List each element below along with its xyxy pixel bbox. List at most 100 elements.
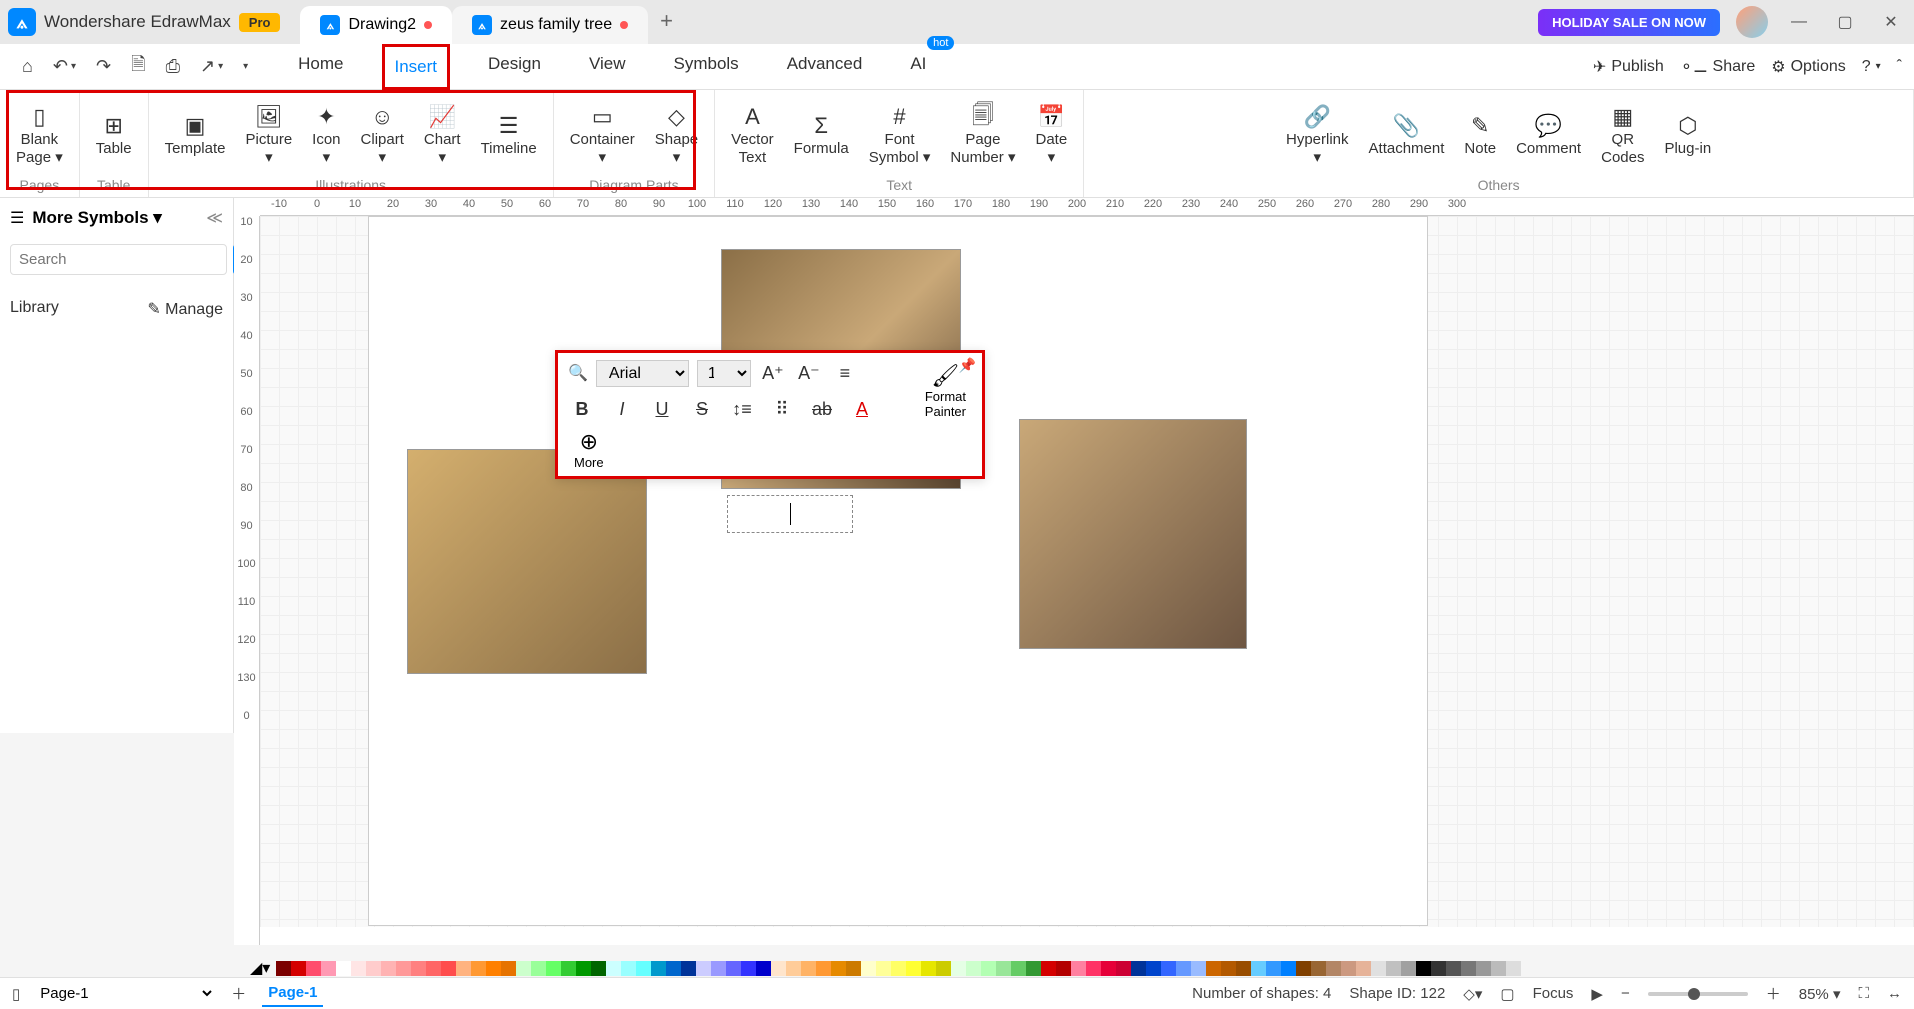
color-swatch[interactable] bbox=[666, 961, 681, 976]
attachment-button[interactable]: 📎Attachment bbox=[1359, 108, 1455, 161]
text-effect-button[interactable]: ab bbox=[808, 395, 836, 423]
options-button[interactable]: ⚙Options bbox=[1771, 57, 1845, 77]
color-swatch[interactable] bbox=[381, 961, 396, 976]
color-swatch[interactable] bbox=[1401, 961, 1416, 976]
more-button[interactable]: ▾ bbox=[233, 55, 258, 78]
color-swatch[interactable] bbox=[1461, 961, 1476, 976]
color-swatch[interactable] bbox=[1176, 961, 1191, 976]
color-swatch[interactable] bbox=[606, 961, 621, 976]
menu-design[interactable]: Design bbox=[478, 44, 551, 90]
color-swatch[interactable] bbox=[1101, 961, 1116, 976]
more-button[interactable]: ⊕ More bbox=[568, 429, 610, 470]
color-swatch[interactable] bbox=[1311, 961, 1326, 976]
color-swatch[interactable] bbox=[351, 961, 366, 976]
color-swatch[interactable] bbox=[966, 961, 981, 976]
color-swatch[interactable] bbox=[1386, 961, 1401, 976]
chart-button[interactable]: 📈Chart▾ bbox=[414, 99, 471, 170]
color-swatch[interactable] bbox=[621, 961, 636, 976]
color-swatch[interactable] bbox=[1161, 961, 1176, 976]
font-select[interactable]: Arial bbox=[596, 360, 689, 387]
note-button[interactable]: ✎Note bbox=[1454, 108, 1506, 161]
table-button[interactable]: ⊞Table bbox=[86, 108, 142, 161]
menu-advanced[interactable]: Advanced bbox=[777, 44, 873, 90]
collapse-ribbon-button[interactable]: ˆ bbox=[1897, 58, 1902, 76]
qr-button[interactable]: ▦QRCodes bbox=[1591, 99, 1654, 170]
color-swatch[interactable] bbox=[1086, 961, 1101, 976]
color-swatch[interactable] bbox=[951, 961, 966, 976]
color-swatch[interactable] bbox=[1446, 961, 1461, 976]
color-swatch[interactable] bbox=[921, 961, 936, 976]
close-button[interactable]: ✕ bbox=[1876, 7, 1906, 37]
color-swatch[interactable] bbox=[876, 961, 891, 976]
color-swatch[interactable] bbox=[1146, 961, 1161, 976]
share-button[interactable]: ⚬⚊Share bbox=[1680, 57, 1755, 77]
tab-drawing2[interactable]: ⟑ Drawing2 bbox=[300, 6, 452, 44]
color-swatch[interactable] bbox=[486, 961, 501, 976]
search-input[interactable] bbox=[10, 244, 227, 275]
color-swatch[interactable] bbox=[996, 961, 1011, 976]
color-swatch[interactable] bbox=[1341, 961, 1356, 976]
undo-button[interactable]: ↶▾ bbox=[43, 50, 86, 83]
date-button[interactable]: 📅Date▾ bbox=[1025, 99, 1077, 170]
text-input-box[interactable] bbox=[727, 495, 853, 533]
color-swatch[interactable] bbox=[1491, 961, 1506, 976]
color-swatch[interactable] bbox=[1116, 961, 1131, 976]
color-swatch[interactable] bbox=[456, 961, 471, 976]
color-swatch[interactable] bbox=[981, 961, 996, 976]
color-swatch[interactable] bbox=[681, 961, 696, 976]
add-page-button[interactable]: ＋ bbox=[231, 983, 246, 1004]
export-button[interactable]: ↗▾ bbox=[190, 50, 233, 83]
container-button[interactable]: ▭Container▾ bbox=[560, 99, 645, 170]
zoom-in-button[interactable]: ＋ bbox=[1766, 983, 1781, 1004]
color-swatch[interactable] bbox=[846, 961, 861, 976]
color-swatch[interactable] bbox=[1506, 961, 1521, 976]
color-swatch[interactable] bbox=[1206, 961, 1221, 976]
color-swatch[interactable] bbox=[861, 961, 876, 976]
color-swatch[interactable] bbox=[1251, 961, 1266, 976]
maximize-button[interactable]: ▢ bbox=[1830, 7, 1860, 37]
color-swatch[interactable] bbox=[636, 961, 651, 976]
vector-text-button[interactable]: AVectorText bbox=[721, 99, 784, 170]
image-goddess-left[interactable] bbox=[407, 449, 647, 674]
shape-button[interactable]: ◇Shape▾ bbox=[645, 99, 708, 170]
minimize-button[interactable]: — bbox=[1784, 7, 1814, 37]
align-button[interactable]: ≡ bbox=[831, 359, 859, 387]
color-swatch[interactable] bbox=[816, 961, 831, 976]
color-swatch[interactable] bbox=[321, 961, 336, 976]
timeline-button[interactable]: ☰Timeline bbox=[471, 108, 547, 161]
page-tab[interactable]: Page-1 bbox=[262, 980, 323, 1007]
color-swatch[interactable] bbox=[291, 961, 306, 976]
template-button[interactable]: ▣Template bbox=[155, 108, 236, 161]
manage-button[interactable]: ✎ Manage bbox=[147, 299, 223, 319]
color-swatch[interactable] bbox=[831, 961, 846, 976]
fill-dropper-icon[interactable]: ◢▾ bbox=[250, 958, 276, 978]
color-swatch[interactable] bbox=[1416, 961, 1431, 976]
bold-button[interactable]: B bbox=[568, 395, 596, 423]
hyperlink-button[interactable]: 🔗Hyperlink▾ bbox=[1276, 99, 1359, 170]
clipart-button[interactable]: ☺Clipart▾ bbox=[351, 99, 414, 170]
redo-button[interactable]: ↷ bbox=[86, 50, 121, 83]
menu-home[interactable]: Home bbox=[288, 44, 353, 90]
color-swatch[interactable] bbox=[516, 961, 531, 976]
font-symbol-button[interactable]: #FontSymbol ▾ bbox=[859, 99, 941, 170]
menu-symbols[interactable]: Symbols bbox=[664, 44, 749, 90]
color-swatch[interactable] bbox=[411, 961, 426, 976]
color-swatch[interactable] bbox=[561, 961, 576, 976]
color-swatch[interactable] bbox=[711, 961, 726, 976]
pin-icon[interactable]: 📌 bbox=[959, 357, 976, 374]
color-swatch[interactable] bbox=[801, 961, 816, 976]
home-icon[interactable]: ⌂ bbox=[12, 50, 43, 83]
blank-page-button[interactable]: ▯BlankPage ▾ bbox=[6, 99, 73, 170]
decrease-font-button[interactable]: A⁻ bbox=[795, 359, 823, 387]
save-button[interactable]: 🗎 bbox=[121, 46, 155, 88]
focus-toggle[interactable]: ▢ bbox=[1500, 985, 1514, 1003]
color-swatch[interactable] bbox=[906, 961, 921, 976]
color-swatch[interactable] bbox=[501, 961, 516, 976]
color-swatch[interactable] bbox=[531, 961, 546, 976]
menu-ai[interactable]: AIhot bbox=[900, 44, 936, 90]
underline-button[interactable]: U bbox=[648, 395, 676, 423]
color-swatch[interactable] bbox=[1056, 961, 1071, 976]
color-swatch[interactable] bbox=[366, 961, 381, 976]
canvas[interactable] bbox=[260, 216, 1914, 927]
comment-button[interactable]: 💬Comment bbox=[1506, 108, 1591, 161]
